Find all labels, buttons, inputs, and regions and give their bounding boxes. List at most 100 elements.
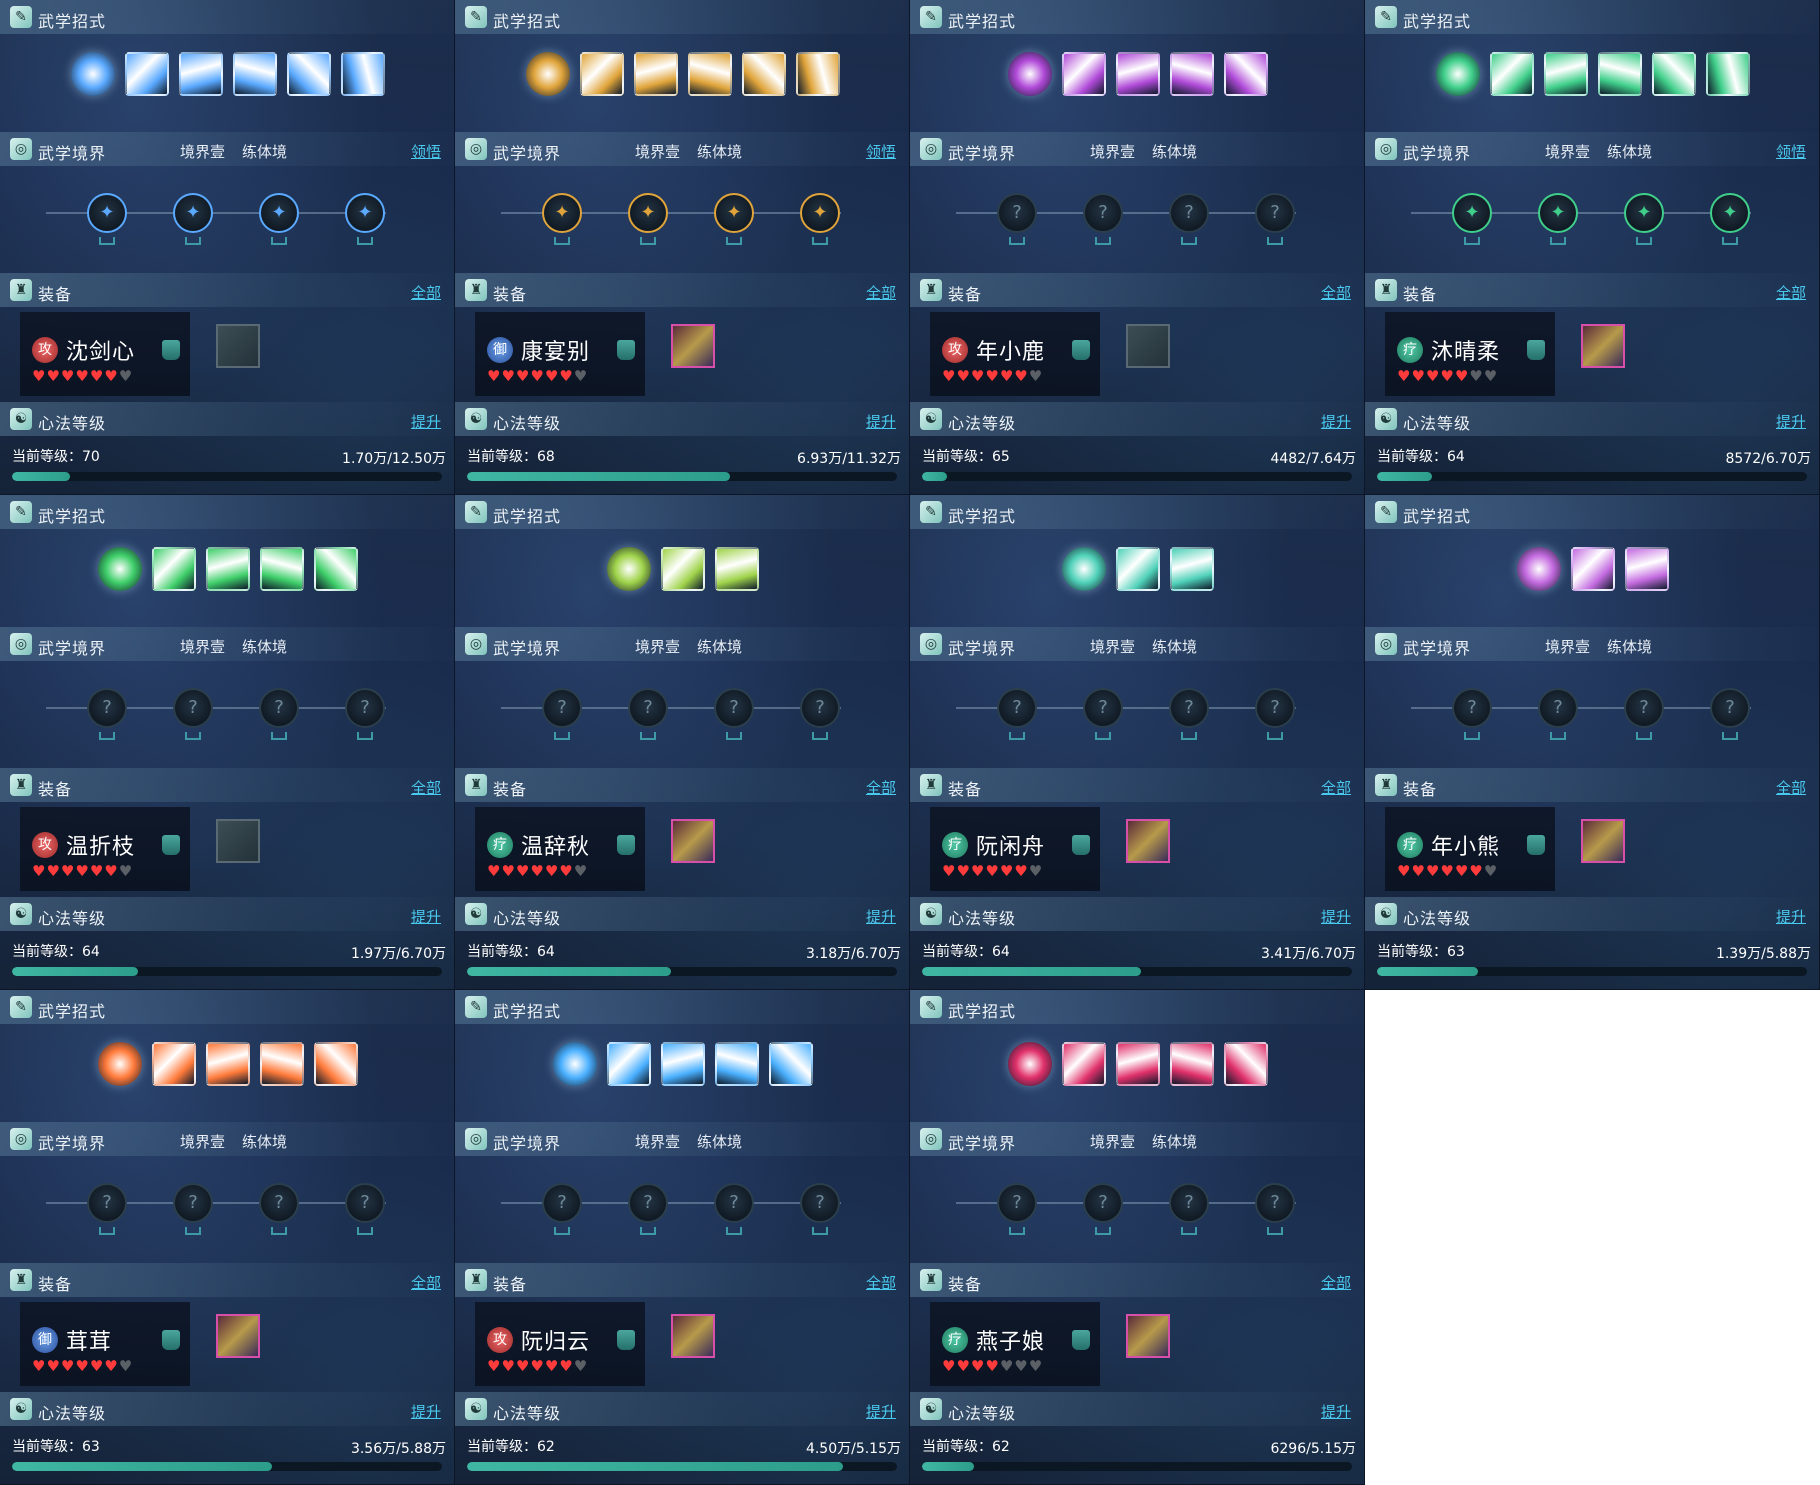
skill-icon[interactable] [314,547,358,591]
hero-card[interactable]: 攻 阮归云 ♥♥♥♥♥♥♥ [475,1302,645,1386]
equip-all-link[interactable]: 全部 [411,777,441,798]
skill-icon[interactable] [1062,1042,1106,1086]
realm-node-icon[interactable]: ✦ [87,193,127,233]
realm-node-icon[interactable]: ? [542,1183,582,1223]
equipment-slot[interactable] [216,819,260,863]
hero-card[interactable]: 攻 沈剑心 ♥♥♥♥♥♥♥ [20,312,190,396]
realm-node-icon[interactable]: ? [1452,688,1492,728]
skill-main-icon[interactable] [1062,547,1106,591]
realm-node-icon[interactable]: ? [1169,193,1209,233]
equipment-slot[interactable] [1126,324,1170,368]
comprehend-link[interactable]: 领悟 [866,141,896,162]
skill-main-icon[interactable] [1517,547,1561,591]
skill-main-icon[interactable] [553,1042,597,1086]
realm-node-icon[interactable]: ✦ [800,193,840,233]
skill-icon[interactable] [1170,547,1214,591]
realm-node-icon[interactable]: ✦ [173,193,213,233]
realm-node-icon[interactable]: ? [345,688,385,728]
hero-card[interactable]: 疗 沐晴柔 ♥♥♥♥♥♥♥ [1385,312,1555,396]
skill-icon[interactable] [1706,52,1750,96]
skill-icon[interactable] [260,547,304,591]
upgrade-link[interactable]: 提升 [1776,906,1806,927]
equip-all-link[interactable]: 全部 [866,1272,896,1293]
realm-node-icon[interactable]: ? [173,1183,213,1223]
equip-all-link[interactable]: 全部 [1321,1272,1351,1293]
realm-node-icon[interactable]: ? [800,688,840,728]
skill-icon[interactable] [1170,1042,1214,1086]
hero-card[interactable]: 疗 年小熊 ♥♥♥♥♥♥♥ [1385,807,1555,891]
skill-icon[interactable] [125,52,169,96]
upgrade-link[interactable]: 提升 [1321,906,1351,927]
realm-node-icon[interactable]: ? [1169,1183,1209,1223]
upgrade-link[interactable]: 提升 [866,411,896,432]
hero-card[interactable]: 御 康宴别 ♥♥♥♥♥♥♥ [475,312,645,396]
comprehend-link[interactable]: 领悟 [411,141,441,162]
hero-card[interactable]: 攻 温折枝 ♥♥♥♥♥♥♥ [20,807,190,891]
hero-card[interactable]: 御 茸茸 ♥♥♥♥♥♥♥ [20,1302,190,1386]
skill-main-icon[interactable] [607,547,651,591]
skill-icon[interactable] [1116,52,1160,96]
realm-node-icon[interactable]: ✦ [259,193,299,233]
realm-node-icon[interactable]: ? [997,1183,1037,1223]
realm-node-icon[interactable]: ? [714,1183,754,1223]
skill-icon[interactable] [260,1042,304,1086]
skill-icon[interactable] [233,52,277,96]
equipment-slot[interactable] [1581,324,1625,368]
equipment-slot[interactable] [216,324,260,368]
skill-main-icon[interactable] [98,1042,142,1086]
skill-icon[interactable] [1224,1042,1268,1086]
skill-icon[interactable] [715,1042,759,1086]
equipment-slot[interactable] [671,819,715,863]
skill-main-icon[interactable] [1436,52,1480,96]
realm-node-icon[interactable]: ? [87,1183,127,1223]
skill-icon[interactable] [179,52,223,96]
skill-icon[interactable] [1062,52,1106,96]
skill-icon[interactable] [1598,52,1642,96]
realm-node-icon[interactable]: ✦ [345,193,385,233]
equip-all-link[interactable]: 全部 [1321,777,1351,798]
realm-node-icon[interactable]: ✦ [714,193,754,233]
realm-node-icon[interactable]: ? [997,688,1037,728]
realm-node-icon[interactable]: ? [1624,688,1664,728]
skill-icon[interactable] [1652,52,1696,96]
equipment-slot[interactable] [671,1314,715,1358]
equip-all-link[interactable]: 全部 [411,282,441,303]
upgrade-link[interactable]: 提升 [866,906,896,927]
skill-icon[interactable] [152,547,196,591]
skill-icon[interactable] [769,1042,813,1086]
realm-node-icon[interactable]: ? [1710,688,1750,728]
equip-all-link[interactable]: 全部 [866,777,896,798]
realm-node-icon[interactable]: ? [87,688,127,728]
skill-icon[interactable] [314,1042,358,1086]
equipment-slot[interactable] [1126,1314,1170,1358]
realm-node-icon[interactable]: ? [800,1183,840,1223]
upgrade-link[interactable]: 提升 [411,1401,441,1422]
upgrade-link[interactable]: 提升 [411,411,441,432]
realm-node-icon[interactable]: ? [259,688,299,728]
hero-card[interactable]: 疗 阮闲舟 ♥♥♥♥♥♥♥ [930,807,1100,891]
equip-all-link[interactable]: 全部 [1321,282,1351,303]
equip-all-link[interactable]: 全部 [411,1272,441,1293]
skill-icon[interactable] [341,52,385,96]
upgrade-link[interactable]: 提升 [411,906,441,927]
realm-node-icon[interactable]: ? [1083,193,1123,233]
realm-node-icon[interactable]: ? [1255,1183,1295,1223]
skill-icon[interactable] [1116,1042,1160,1086]
skill-main-icon[interactable] [98,547,142,591]
skill-icon[interactable] [796,52,840,96]
skill-icon[interactable] [1116,547,1160,591]
realm-node-icon[interactable]: ✦ [1452,193,1492,233]
realm-node-icon[interactable]: ? [173,688,213,728]
skill-icon[interactable] [1625,547,1669,591]
equipment-slot[interactable] [216,1314,260,1358]
realm-node-icon[interactable]: ✦ [628,193,668,233]
skill-icon[interactable] [1544,52,1588,96]
skill-icon[interactable] [206,1042,250,1086]
skill-icon[interactable] [1224,52,1268,96]
skill-icon[interactable] [742,52,786,96]
hero-card[interactable]: 攻 年小鹿 ♥♥♥♥♥♥♥ [930,312,1100,396]
equip-all-link[interactable]: 全部 [866,282,896,303]
realm-node-icon[interactable]: ? [1255,193,1295,233]
skill-main-icon[interactable] [526,52,570,96]
realm-node-icon[interactable]: ✦ [542,193,582,233]
